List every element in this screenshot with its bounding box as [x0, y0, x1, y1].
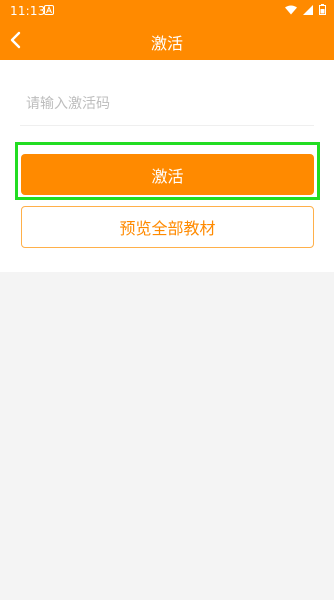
- activation-panel: 激活 预览全部教材: [0, 60, 334, 272]
- wifi-icon: [285, 5, 297, 14]
- app-bar: 激活: [0, 22, 334, 60]
- activate-button[interactable]: 激活: [21, 154, 314, 195]
- status-bar: 11:13: [0, 0, 334, 22]
- status-icons: [285, 4, 326, 15]
- preview-all-textbooks-button[interactable]: 预览全部教材: [21, 206, 314, 248]
- a-notification-icon: [44, 5, 54, 15]
- activation-screen: 11:13 激活 请输入激活码 激活 预览全部教材: [0, 0, 334, 600]
- battery-icon: [319, 4, 326, 15]
- top-bar: 11:13 激活: [0, 0, 334, 60]
- page-title: 激活: [150, 34, 183, 53]
- status-time: 11:13: [10, 4, 46, 18]
- signal-icon: [303, 4, 313, 15]
- activation-code-input[interactable]: [20, 82, 314, 126]
